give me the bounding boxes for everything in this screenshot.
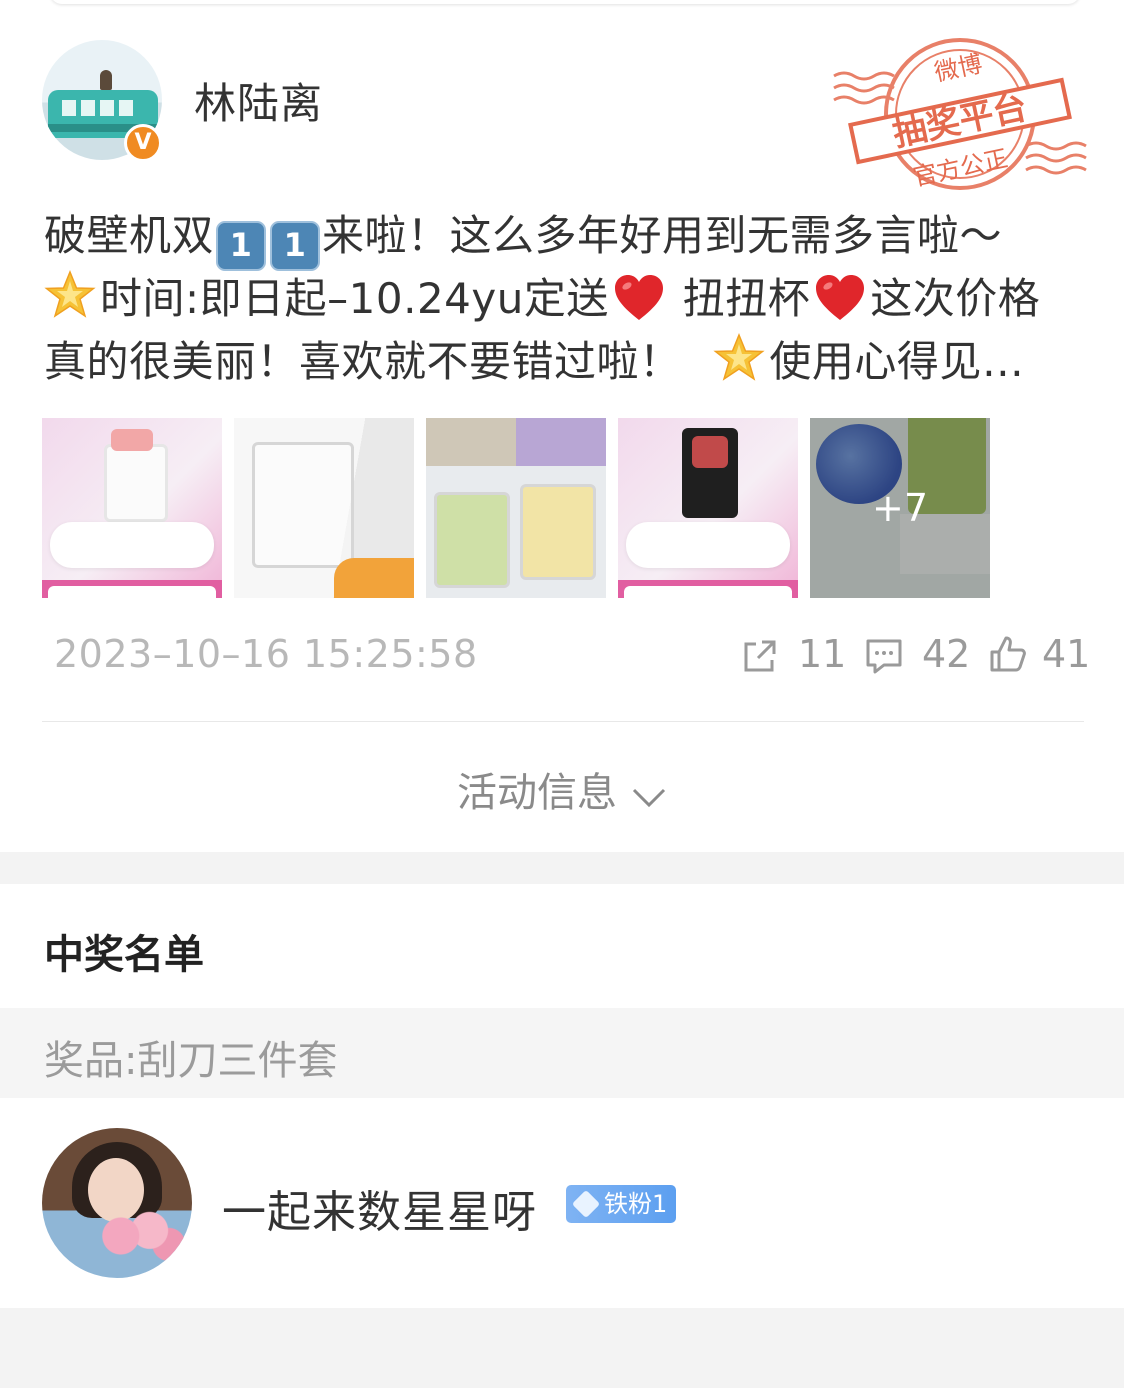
chevron-down-icon [632, 788, 666, 808]
post-timestamp: 2023–10–16 15:25:58 [54, 632, 478, 676]
activity-info-toggle[interactable]: 活动信息 [0, 760, 1124, 818]
repost-icon[interactable] [740, 636, 780, 676]
heart-emoji-icon [816, 275, 865, 320]
like-count[interactable]: 41 [1042, 632, 1090, 678]
winner-row[interactable]: 一起来数星星呀 铁粉1 [0, 1098, 1124, 1308]
like-icon[interactable] [988, 634, 1028, 674]
post-card: V 林陆离 微博 抽奖平台 官方公正 破壁机双 1 1 来啦！这么多年好用到无需多言啦… [0, 0, 1124, 852]
thumbnail-image[interactable] [618, 418, 798, 598]
tile-image [516, 418, 606, 466]
promo-bar [618, 580, 798, 598]
stamp-top-text: 微博 [932, 49, 985, 86]
black-blender-image [682, 428, 738, 518]
blender-jar-image [252, 442, 354, 568]
hand-image [334, 558, 414, 598]
winner-avatar[interactable] [42, 1128, 192, 1278]
prize-row: 奖品:刮刀三件套 [0, 1008, 1124, 1098]
post-text-segment: 时间:即日起–10.24yu定送 [100, 274, 609, 323]
yellow-jar-image [520, 484, 596, 580]
author-name[interactable]: 林陆离 [194, 70, 323, 131]
repost-count[interactable]: 11 [798, 632, 846, 678]
fan-level-label: 铁粉1 [604, 1190, 668, 1218]
winners-title: 中奖名单 [44, 932, 204, 978]
post-text-segment: 使用心得见… [769, 337, 1025, 386]
keycap-one-icon: 1 [216, 221, 267, 271]
stamp-main-text: 抽奖平台 [889, 87, 1030, 154]
previous-card-edge [50, 0, 1080, 4]
promo-bar [42, 580, 222, 598]
diamond-icon [571, 1189, 601, 1219]
keycap-one-icon: 1 [270, 221, 321, 271]
fan-level-badge: 铁粉1 [566, 1185, 676, 1223]
star-emoji-icon [713, 333, 765, 381]
post-text-segment: 来啦！这么多年好用到无需多言啦～ [322, 211, 1003, 260]
person-figure [100, 70, 112, 90]
post-text-segment: 扭扭杯 [682, 274, 811, 323]
verified-badge-icon: V [124, 124, 162, 162]
post-text-segment: 真的很美丽！喜欢就不要错过啦！ [44, 337, 682, 386]
post-text-segment: 这次价格 [870, 274, 1041, 323]
prize-label: 奖品:刮刀三件套 [44, 1038, 338, 1084]
promo-strip [626, 522, 790, 568]
white-blender-image [104, 429, 168, 522]
comment-icon[interactable] [864, 636, 904, 676]
stamp-bottom-text: 官方公正 [911, 144, 1011, 191]
thumbnail-image-more[interactable]: +7 [810, 418, 990, 598]
star-emoji-icon [44, 270, 96, 318]
thumbnail-image[interactable] [234, 418, 414, 598]
post-body[interactable]: 破壁机双 1 1 来啦！这么多年好用到无需多言啦～ 时间:即日起–10.24yu定送 … [44, 204, 1084, 393]
tile-image [426, 418, 516, 466]
thumbnail-image[interactable] [42, 418, 222, 598]
post-text-segment: 破壁机双 [44, 211, 215, 260]
winners-section-header: 中奖名单 [0, 884, 1124, 1008]
lottery-stamp-icon: 微博 抽奖平台 官方公正 [833, 38, 1087, 192]
divider [42, 721, 1084, 722]
green-jar-image [434, 492, 510, 588]
comment-count[interactable]: 42 [922, 632, 970, 678]
more-images-count: +7 [871, 486, 929, 530]
heart-emoji-icon [614, 275, 663, 320]
activity-info-label: 活动信息 [457, 770, 617, 816]
flowers-shape [92, 1208, 188, 1264]
promo-strip [50, 522, 214, 568]
winner-name[interactable]: 一起来数星星呀 [222, 1176, 537, 1240]
thumbnail-image[interactable] [426, 418, 606, 598]
